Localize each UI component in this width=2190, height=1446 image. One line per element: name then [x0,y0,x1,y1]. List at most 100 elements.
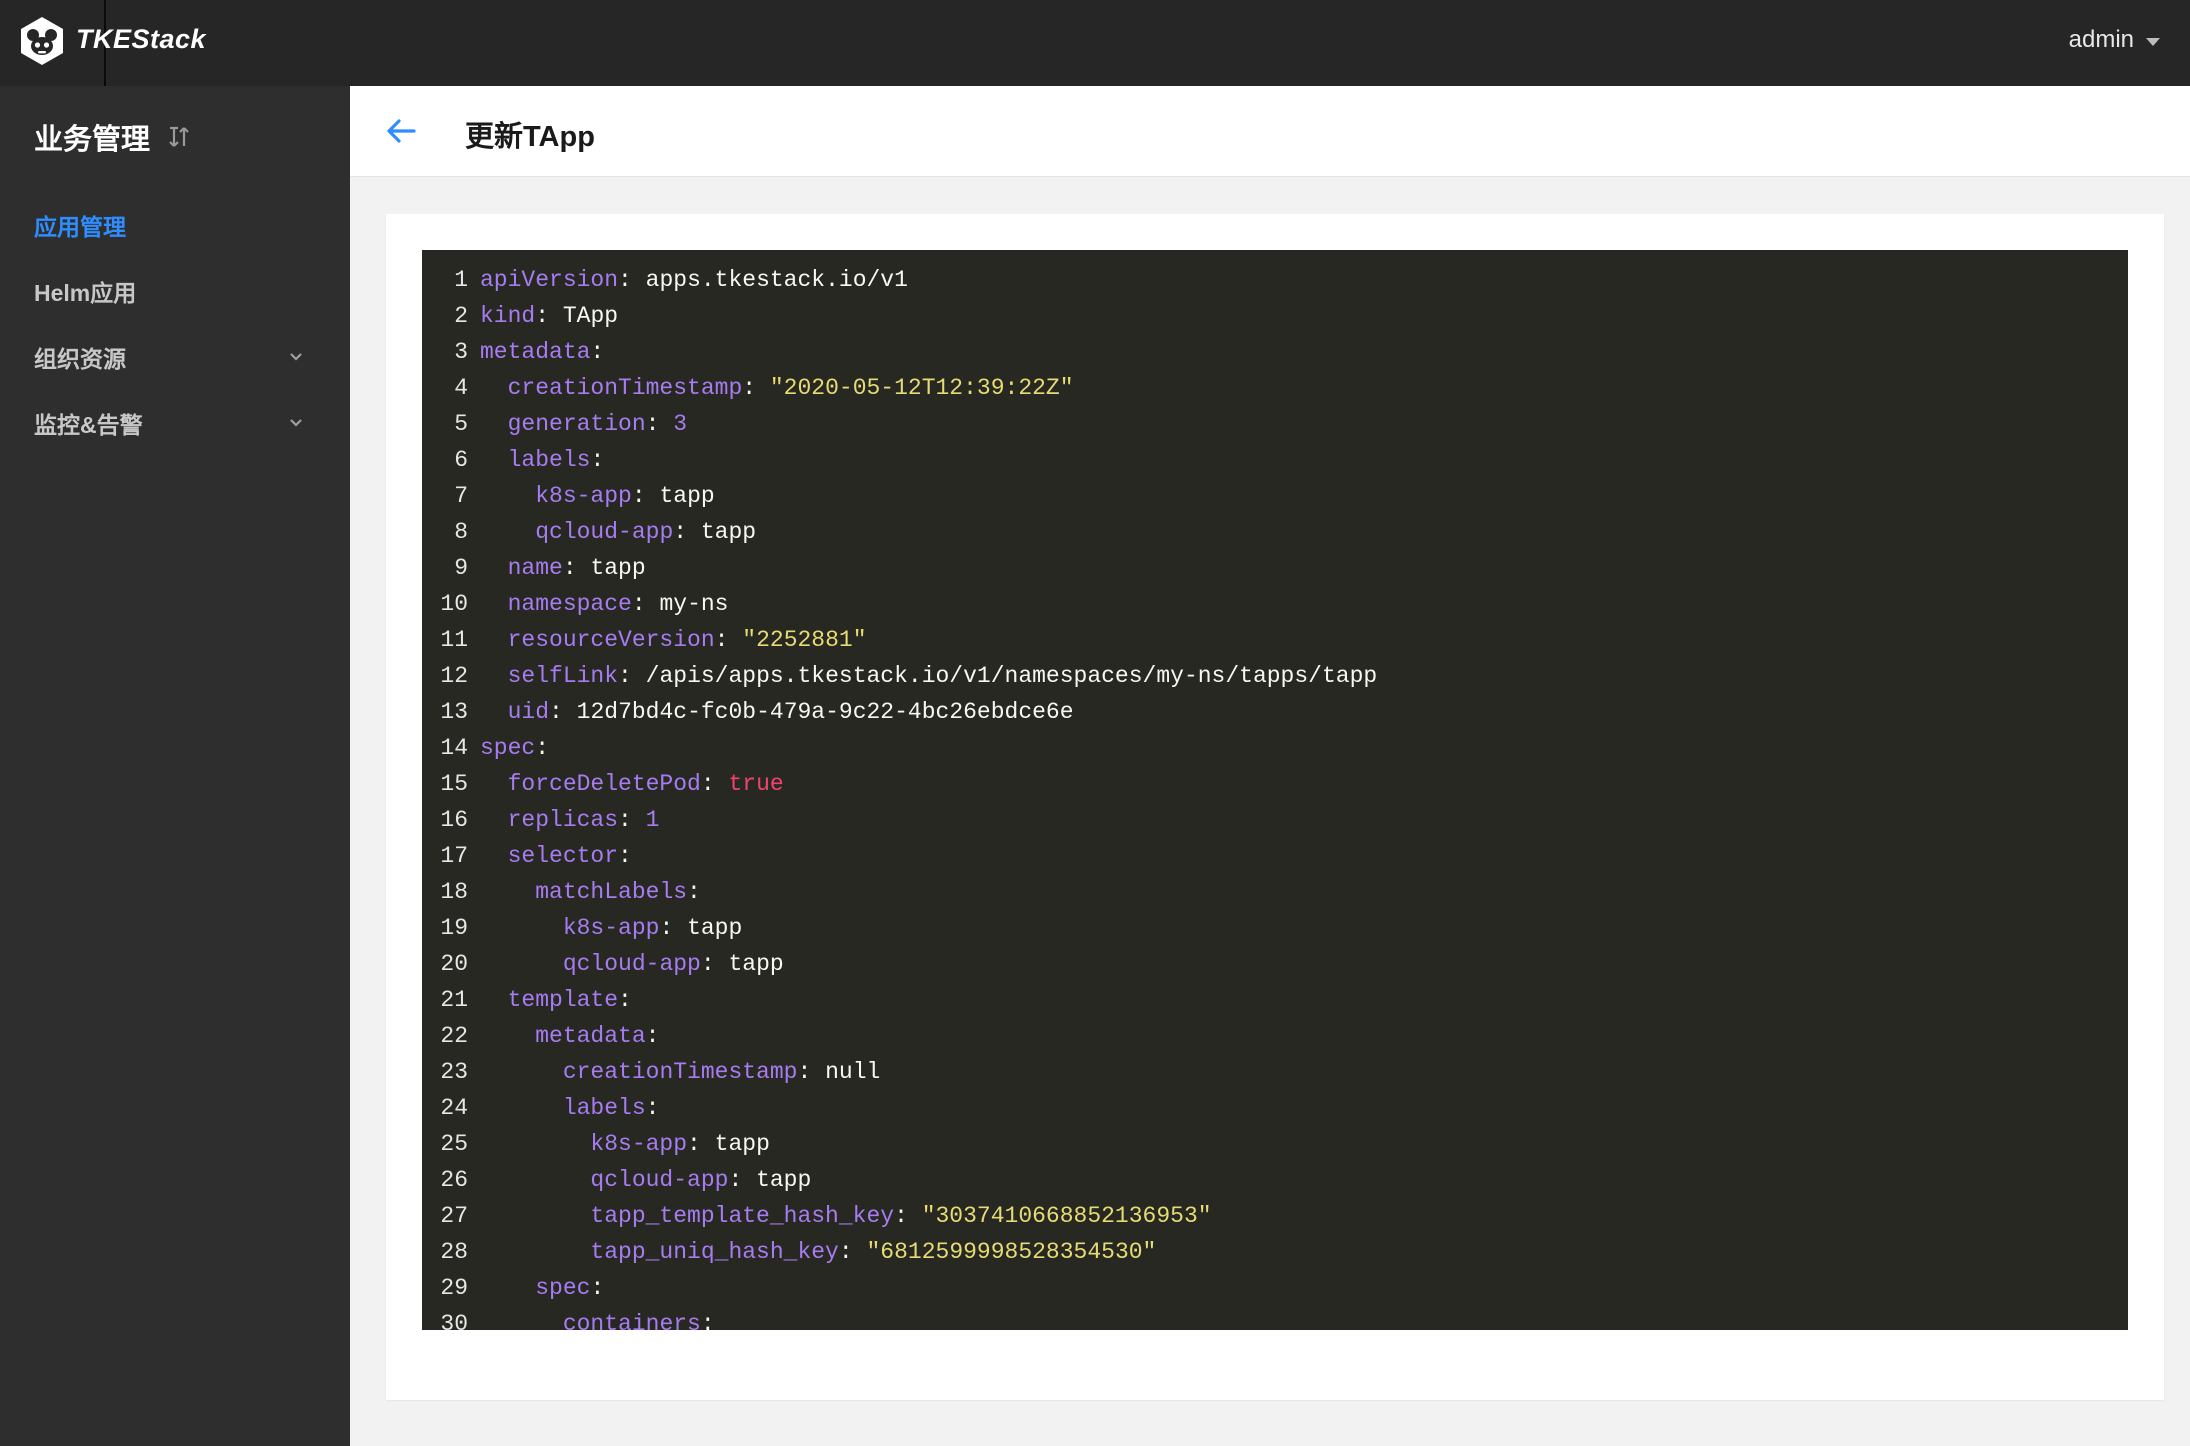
line-number: 20 [440,951,468,977]
line-number: 29 [440,1275,468,1301]
user-menu[interactable]: admin [2069,26,2160,54]
line-content: qcloud-app: tapp [562,951,784,977]
code-line: 8 qcloud-app: tapp [422,514,2128,550]
line-content: template: [507,987,632,1013]
yaml-key: spec [480,735,536,761]
yaml-key: spec [535,1275,591,1301]
sidebar-item-label: Helm应用 [34,280,137,306]
line-number: 13 [440,699,468,725]
code-line: 30 containers: [422,1306,2128,1330]
code-line: 14 spec: [422,730,2128,766]
yaml-value: apps.tkestack.io/v1 [645,267,908,293]
yaml-key: matchLabels [535,879,688,905]
line-number: 27 [440,1203,468,1229]
sidebar-item-app-management[interactable]: 应用管理 [0,192,350,258]
line-content: metadata: [480,339,605,365]
yaml-value: tapp [687,915,743,941]
line-number: 2 [454,303,468,329]
line-number: 24 [440,1095,468,1121]
yaml-key: metadata [535,1023,646,1049]
line-number: 10 [440,591,468,617]
logo[interactable]: TKEStack [0,0,206,86]
sidebar-item-org-resources[interactable]: 组织资源 [0,324,350,390]
sidebar-item-monitoring[interactable]: 监控&告警 [0,390,350,456]
chevron-down-icon [290,353,302,361]
sidebar: 业务管理 应用管理 Helm应用 组织资源 监控&告警 [0,86,350,1446]
sidebar-title-text: 业务管理 [34,124,151,156]
yaml-value: tapp [700,519,757,545]
yaml-value: tapp [590,555,646,581]
caret-down-icon [2146,37,2160,46]
top-bar: TKEStack admin [0,0,2190,86]
line-number: 28 [440,1239,468,1265]
line-content: namespace: my-ns [507,591,729,617]
yaml-key: k8s-app [535,483,632,509]
line-content: metadata: [535,1023,660,1049]
line-number: 1 [454,267,468,293]
line-content: qcloud-app: tapp [535,519,757,545]
yaml-value: "3037410668852136953" [921,1203,1212,1229]
line-number: 3 [454,339,468,365]
line-number: 14 [440,735,468,761]
yaml-value: "2252881" [742,627,867,653]
line-number: 23 [440,1059,468,1085]
line-number: 5 [454,411,468,437]
back-arrow-icon[interactable] [384,114,418,148]
line-content: uid: 12d7bd4c-fc0b-479a-9c22-4bc26ebdce6… [507,699,1074,725]
sidebar-menu: 应用管理 Helm应用 组织资源 监控&告警 [0,192,350,456]
yaml-key: name [507,555,563,581]
yaml-key: selfLink [507,663,619,689]
code-line: 6 labels: [422,442,2128,478]
yaml-value: my-ns [659,591,729,617]
line-content: tapp_uniq_hash_key: "6812599998528354530… [590,1239,1157,1265]
code-line: 11 resourceVersion: "2252881" [422,622,2128,658]
yaml-value: true [728,771,784,797]
line-content: creationTimestamp: null [562,1059,881,1085]
code-line: 16 replicas: 1 [422,802,2128,838]
code-line: 28 tapp_uniq_hash_key: "6812599998528354… [422,1234,2128,1270]
line-content: k8s-app: tapp [590,1131,770,1157]
yaml-key: kind [480,303,536,329]
yaml-value: tapp [728,951,784,977]
line-content: replicas: 1 [507,807,660,833]
line-number: 16 [440,807,468,833]
line-content: labels: [562,1095,660,1121]
yaml-key: resourceVersion [507,627,715,653]
user-name: admin [2068,26,2134,53]
line-content: containers: [480,1306,715,1330]
page-title: 更新TApp [465,121,595,153]
line-content: k8s-app: tapp [535,483,715,509]
code-line: 26 qcloud-app: tapp [422,1162,2128,1198]
line-content: selector: [507,843,632,869]
line-number: 17 [440,843,468,869]
line-content: generation: 3 [507,411,688,437]
line-number: 25 [440,1131,468,1157]
line-number: 9 [454,555,468,581]
code-line: 19 k8s-app: tapp [422,910,2128,946]
line-number: 7 [454,483,468,509]
code-line: 12 selfLink: /apis/apps.tkestack.io/v1/n… [422,658,2128,694]
yaml-editor[interactable]: 1 apiVersion: apps.tkestack.io/v1 2 kind: T… [422,250,2128,1330]
yaml-key: apiVersion [480,267,619,293]
line-content: apiVersion: apps.tkestack.io/v1 [480,267,908,293]
code-lines: 1 apiVersion: apps.tkestack.io/v1 2 kind: T… [422,262,2128,1330]
line-number: 4 [454,375,468,401]
yaml-value: /apis/apps.tkestack.io/v1/namespaces/my-… [645,663,1378,689]
code-line: 25 k8s-app: tapp [422,1126,2128,1162]
switch-icon[interactable] [166,124,192,150]
line-content: resourceVersion: "2252881" [507,627,867,653]
chevron-down-icon [290,419,302,427]
line-content: matchLabels: [535,879,701,905]
code-line: 20 qcloud-app: tapp [422,946,2128,982]
sidebar-item-label: 监控&告警 [34,412,143,438]
code-line: 7 k8s-app: tapp [422,478,2128,514]
yaml-value: null [825,1059,881,1085]
yaml-key: generation [507,411,646,437]
line-number: 18 [440,879,468,905]
sidebar-item-helm[interactable]: Helm应用 [0,258,350,324]
code-line: 1 apiVersion: apps.tkestack.io/v1 [422,262,2128,298]
yaml-key: metadata [480,339,591,365]
page-header: 更新TApp [350,86,2190,177]
yaml-key: labels [507,447,591,473]
code-line: 27 tapp_template_hash_key: "303741066885… [422,1198,2128,1234]
